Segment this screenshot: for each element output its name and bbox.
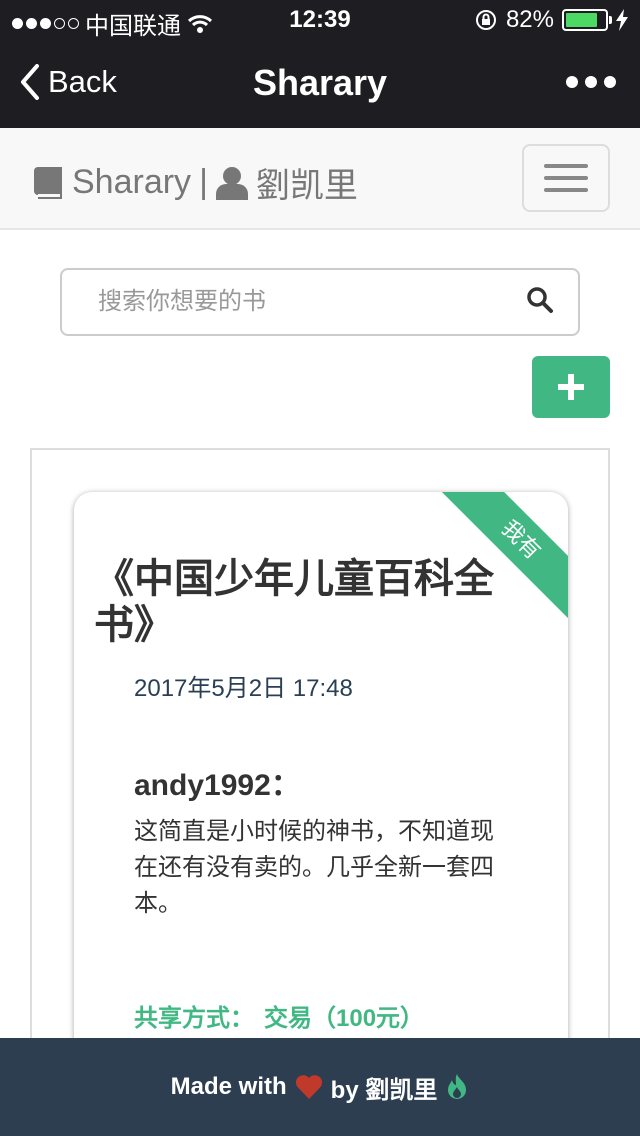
status-bar: 中国联通 12:39 82% bbox=[0, 0, 640, 40]
post-feed: 我有 《中国少年儿童百科全书》 2017年5月2日 17:48 andy1992… bbox=[30, 448, 610, 1136]
hamburger-icon bbox=[544, 164, 588, 168]
footer-by: by 劉凯里 bbox=[330, 1076, 438, 1104]
share-value: 交易（100元） bbox=[264, 1005, 425, 1032]
more-button[interactable] bbox=[566, 66, 616, 98]
plus-icon bbox=[558, 374, 584, 400]
book-icon bbox=[34, 166, 62, 199]
more-dot bbox=[604, 76, 616, 88]
charging-icon bbox=[616, 9, 628, 31]
menu-toggle-button[interactable] bbox=[522, 144, 610, 212]
brand-separator: | bbox=[199, 163, 208, 201]
search-icon[interactable] bbox=[526, 286, 554, 314]
site-header: Sharary | 劉凯里 bbox=[0, 128, 640, 230]
user-icon bbox=[215, 166, 248, 200]
more-dot bbox=[585, 76, 597, 88]
search-box bbox=[60, 268, 580, 336]
flame-icon bbox=[448, 1074, 467, 1099]
post-date: 2017年5月2日 17:48 bbox=[134, 675, 353, 702]
post-body: 这简直是小时候的神书，不知道现在还有没有卖的。几乎全新一套四本。 bbox=[134, 818, 494, 917]
book-title: 《中国少年儿童百科全书》 bbox=[94, 557, 494, 647]
hamburger-icon bbox=[544, 188, 588, 192]
battery-icon bbox=[562, 9, 612, 31]
hamburger-icon bbox=[544, 176, 588, 180]
status-right: 82% bbox=[474, 6, 628, 34]
chevron-left-icon bbox=[21, 64, 39, 100]
share-label: 共享方式： bbox=[134, 1005, 254, 1032]
heart-icon bbox=[295, 1075, 322, 1099]
user-name: 劉凯里 bbox=[255, 167, 358, 205]
footer-made-with: Made with bbox=[170, 1073, 287, 1100]
back-label: Back bbox=[48, 64, 117, 99]
brand-name: Sharary bbox=[72, 163, 192, 201]
back-button[interactable]: Back bbox=[20, 64, 117, 100]
more-dot bbox=[566, 76, 578, 88]
nav-bar: Back Sharary bbox=[0, 40, 640, 128]
poster-name: andy1992： bbox=[134, 769, 301, 802]
footer: Made with by 劉凯里 bbox=[0, 1038, 640, 1136]
brand[interactable]: Sharary | 劉凯里 bbox=[32, 158, 358, 207]
battery-percent: 82% bbox=[505, 6, 554, 33]
search-input[interactable] bbox=[98, 270, 518, 334]
rotation-lock-icon bbox=[475, 10, 496, 30]
add-book-button[interactable] bbox=[532, 356, 610, 418]
share-method: 共享方式： 交易（100元） bbox=[134, 998, 424, 1033]
